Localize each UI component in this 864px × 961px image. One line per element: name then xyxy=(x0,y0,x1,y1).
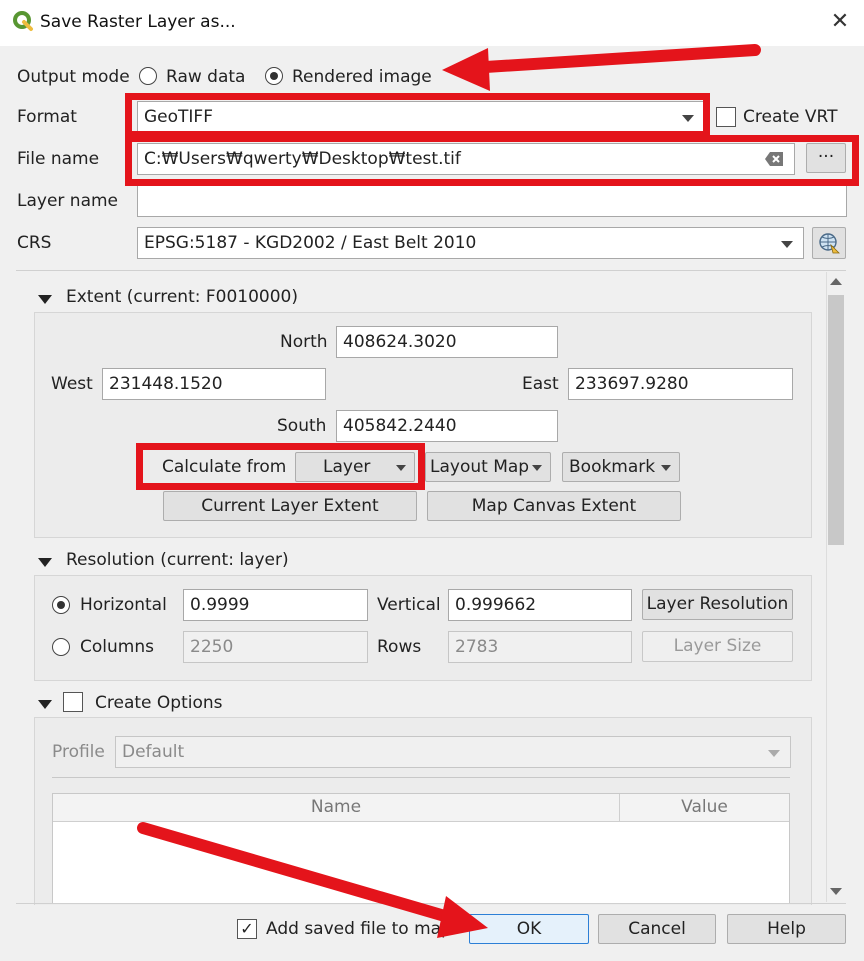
arrow-to-rendered-image xyxy=(442,44,761,91)
arrow-to-ok-button xyxy=(137,822,488,938)
annotation-arrows xyxy=(137,44,761,938)
